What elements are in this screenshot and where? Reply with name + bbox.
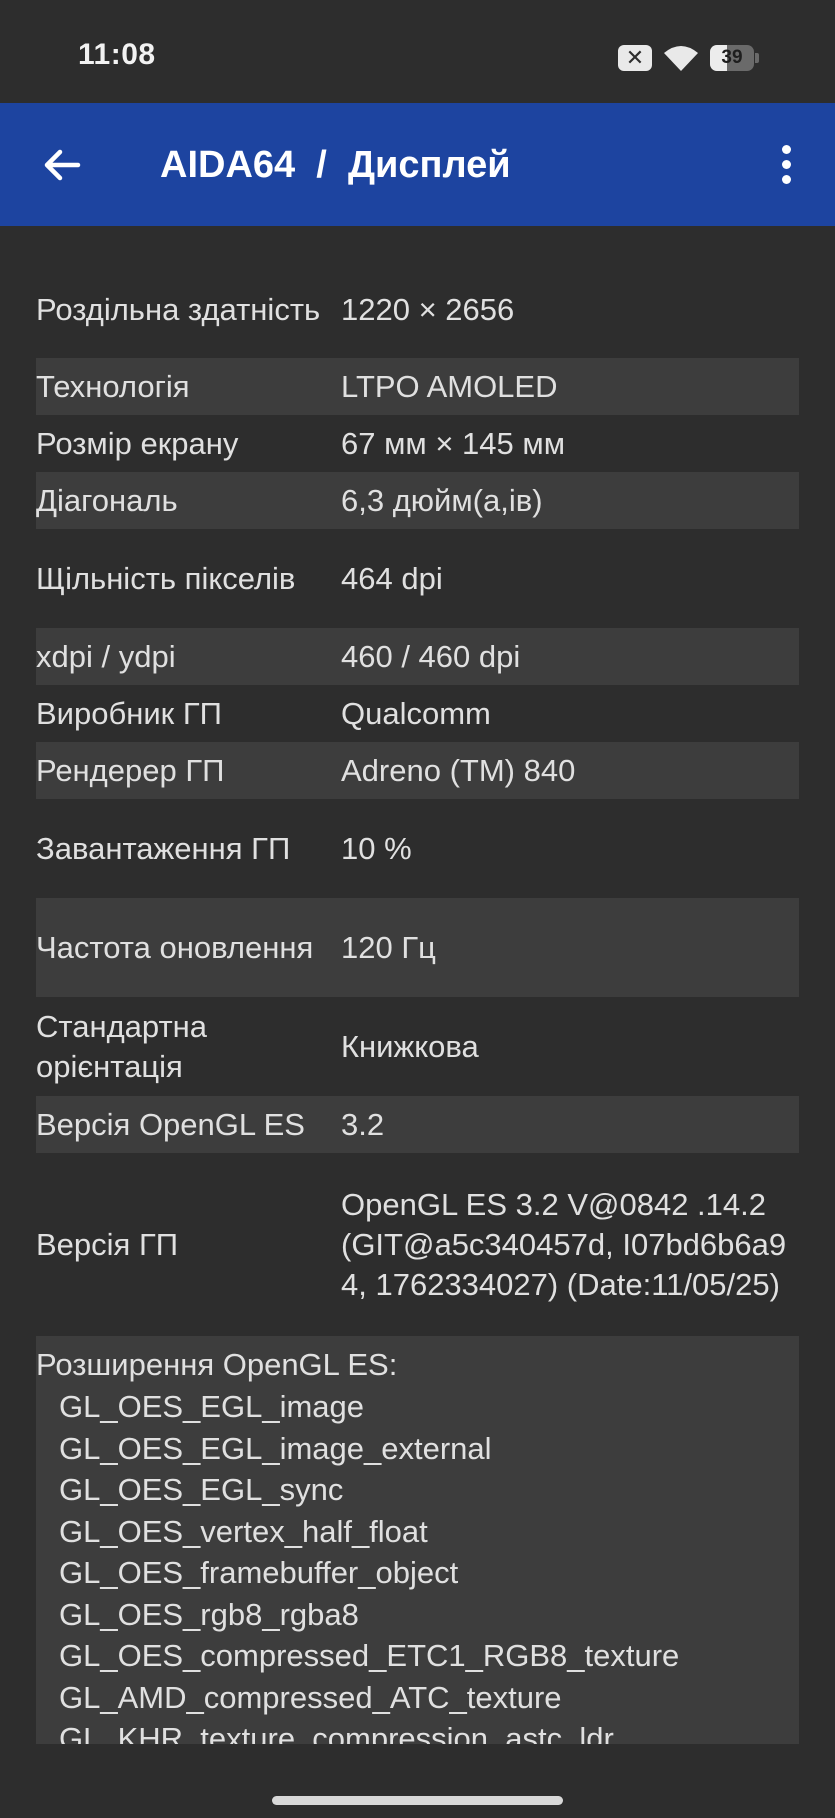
row-value: 10 % <box>341 830 412 866</box>
row-label: Розмір екрану <box>36 425 239 461</box>
status-time: 11:08 <box>78 38 156 71</box>
info-row-refresh-rate: Частота оновлення 120 Гц <box>36 898 799 997</box>
page-title: AIDA64 / Дисплей <box>160 144 511 186</box>
battery-icon: 39 <box>710 45 754 71</box>
wifi-icon <box>664 46 698 71</box>
row-value: Qualcomm <box>341 695 491 731</box>
status-bar: 11:08 ✕ 39 <box>0 0 835 103</box>
extension-item: GL_OES_compressed_ETC1_RGB8_texture <box>59 1638 680 1673</box>
extension-item: GL_OES_EGL_sync <box>59 1472 344 1507</box>
info-row-resolution: Роздільна здатність 1220 × 2656 <box>36 262 799 358</box>
row-label: Діагональ <box>36 482 178 518</box>
row-value: 6,3 дюйм(а,ів) <box>341 482 543 518</box>
row-value: Книжкова <box>341 1028 479 1064</box>
row-value: 67 мм × 145 мм <box>341 425 566 461</box>
app-bar: AIDA64 / Дисплей <box>0 103 835 226</box>
row-label: Завантаження ГП <box>36 830 291 866</box>
info-row-screen-size: Розмір екрану 67 мм × 145 мм <box>36 415 799 472</box>
info-row-gpu-version: Версія ГП OpenGL ES 3.2 V@0842 .14.2 (GI… <box>36 1153 799 1336</box>
info-row-xdpi-ydpi: xdpi / ydpi 460 / 460 dpi <box>36 628 799 685</box>
home-gesture-bar[interactable] <box>272 1796 563 1805</box>
info-row-gpu-load: Завантаження ГП 10 % <box>36 799 799 898</box>
row-value: 460 / 460 dpi <box>341 638 521 674</box>
battery-tip <box>755 53 759 63</box>
row-value: 1220 × 2656 <box>341 292 515 327</box>
row-label: Виробник ГП <box>36 695 222 731</box>
opengl-extensions-block: Розширення OpenGL ES: GL_OES_EGL_image G… <box>36 1336 799 1744</box>
row-label: xdpi / ydpi <box>36 638 176 674</box>
extension-item: GL_OES_EGL_image <box>59 1389 365 1424</box>
info-row-technology: Технологія LTPO AMOLED <box>36 358 799 415</box>
row-value: 464 dpi <box>341 560 443 596</box>
row-label: Технологія <box>36 368 190 404</box>
extension-item: GL_OES_EGL_image_external <box>59 1430 492 1466</box>
extension-item: GL_KHR_texture_compression_astc_ldr <box>59 1721 614 1744</box>
battery-level: 39 <box>721 47 743 68</box>
display-info-list: Роздільна здатність 1220 × 2656 Технолог… <box>36 262 799 1744</box>
back-arrow-icon[interactable] <box>38 141 86 189</box>
row-label: Щільність пікселів <box>36 560 296 596</box>
info-row-orientation: Стандартна орієнтація Книжкова <box>36 997 799 1096</box>
row-value: 120 Гц <box>341 929 436 965</box>
extension-item: GL_AMD_compressed_ATC_texture <box>59 1679 562 1715</box>
extension-item: GL_OES_vertex_half_float <box>59 1513 428 1549</box>
info-row-gpu-vendor: Виробник ГП Qualcomm <box>36 685 799 742</box>
extension-item: GL_OES_framebuffer_object <box>59 1555 459 1590</box>
info-row-pixel-density: Щільність пікселів 464 dpi <box>36 529 799 628</box>
row-label: Рендерер ГП <box>36 752 225 788</box>
row-value: OpenGL ES 3.2 V@0842 .14.2 (GIT@a5c34045… <box>341 1186 787 1302</box>
row-value: LTPO AMOLED <box>341 368 558 404</box>
row-value: Adreno (TM) 840 <box>341 752 576 788</box>
info-row-opengl-version: Версія OpenGL ES 3.2 <box>36 1096 799 1153</box>
row-label: Частота оновлення <box>36 929 314 965</box>
extensions-title: Розширення OpenGL ES: <box>36 1347 398 1382</box>
row-label: Стандартна орієнтація <box>36 1008 208 1084</box>
row-label: Версія ГП <box>36 1226 179 1262</box>
row-value: 3.2 <box>341 1106 385 1142</box>
info-row-diagonal: Діагональ 6,3 дюйм(а,ів) <box>36 472 799 529</box>
status-icons: ✕ 39 <box>618 40 759 76</box>
row-label: Роздільна здатність <box>36 292 321 327</box>
row-label: Версія OpenGL ES <box>36 1106 305 1142</box>
no-sim-icon: ✕ <box>618 45 652 71</box>
overflow-menu-icon[interactable] <box>777 145 795 187</box>
info-row-gpu-renderer: Рендерер ГП Adreno (TM) 840 <box>36 742 799 799</box>
extension-item: GL_OES_rgb8_rgba8 <box>59 1596 359 1632</box>
